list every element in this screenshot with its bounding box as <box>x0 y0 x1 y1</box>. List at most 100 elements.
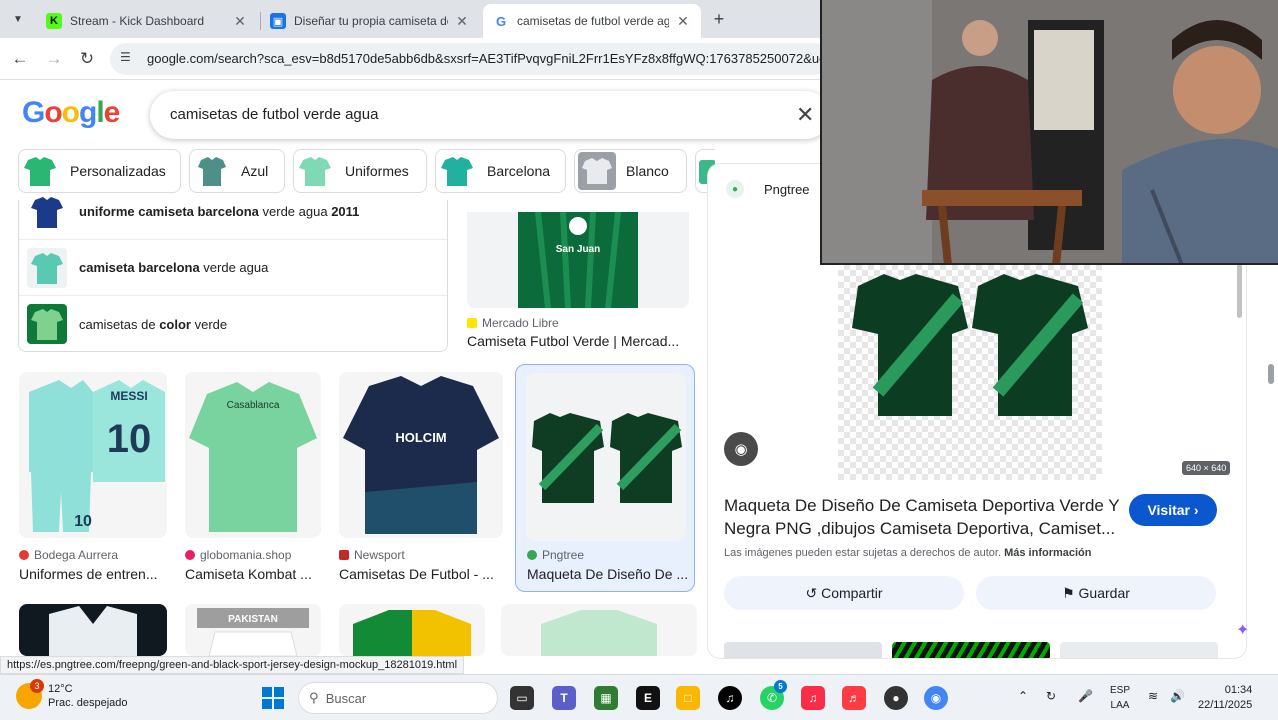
chrome-icon[interactable]: ◉ <box>924 686 948 710</box>
preview-image[interactable] <box>838 264 1102 480</box>
image-result-selected[interactable]: Pngtree Maqueta De Diseño De ... <box>515 364 695 592</box>
obs-icon[interactable]: ● <box>884 686 908 710</box>
share-icon: ↺ <box>805 584 818 601</box>
image-result[interactable] <box>339 604 485 656</box>
weather-condition: Prac. despejado <box>48 697 128 709</box>
language-indicator[interactable]: ESP LAA <box>1110 683 1130 713</box>
result-source: globomania.shop <box>185 548 291 562</box>
share-button[interactable]: ↺ Compartir <box>724 576 964 610</box>
teams-icon[interactable]: T <box>552 686 576 710</box>
image-result[interactable] <box>19 604 167 656</box>
music-icon[interactable]: ♬ <box>842 686 866 710</box>
assistant-icon[interactable]: ✦ <box>1236 620 1256 640</box>
result-image: HOLCIM <box>339 372 503 538</box>
app-icon[interactable]: ▦ <box>594 686 618 710</box>
clear-search-icon[interactable]: ✕ <box>796 102 814 128</box>
image-result[interactable]: PAKISTAN <box>185 604 323 656</box>
result-title: Maqueta De Diseño De ... <box>527 566 687 582</box>
tray-overflow-icon[interactable]: ⌃ <box>1018 689 1028 703</box>
result-image: San Juan <box>467 212 689 308</box>
new-tab-button[interactable]: + <box>708 8 730 30</box>
tab-kick[interactable]: K Stream - Kick Dashboard ✕ <box>36 4 258 38</box>
tab-title: camisetas de futbol verde agua <box>517 14 669 28</box>
whatsapp-icon[interactable]: ✆ 5 <box>760 680 787 710</box>
back-icon[interactable]: ← <box>9 48 31 70</box>
result-image <box>339 604 485 656</box>
more-info-link[interactable]: Más información <box>1004 547 1091 559</box>
aurrera-icon <box>19 550 29 560</box>
url-text: google.com/search?sca_esv=b8d5170de5abb6… <box>147 51 827 66</box>
tab-design[interactable]: ▣ Diseñar tu propia camiseta de f ✕ <box>260 4 480 38</box>
close-tab-icon[interactable]: ✕ <box>454 13 470 30</box>
pngtree-icon <box>527 550 537 560</box>
save-button[interactable]: ⚑ Guardar <box>976 576 1216 610</box>
reload-icon[interactable]: ↻ <box>76 48 98 70</box>
chip-blanco[interactable]: Blanco <box>574 149 687 193</box>
result-title: Camiseta Futbol Verde | Mercad... <box>467 333 680 349</box>
address-bar[interactable]: ☰ google.com/search?sca_esv=b8d5170de5ab… <box>110 43 830 75</box>
image-result[interactable]: MESSI 10 10 Bodega Aurrera Uniformes de en… <box>19 372 169 584</box>
image-result[interactable] <box>501 604 697 656</box>
microphone-icon[interactable]: 🎤 <box>1078 689 1093 703</box>
weather-widget[interactable]: 3 12°C Prac. despejado <box>16 679 128 710</box>
taskbar-search[interactable]: ⚲ Buscar <box>298 682 498 714</box>
windows-start-icon[interactable] <box>262 687 284 709</box>
chip-label: Blanco <box>626 163 669 179</box>
sync-icon[interactable]: ↻ <box>1046 689 1056 703</box>
link-status-bar: https://es.pngtree.com/freepng/green-and… <box>0 656 465 674</box>
chip-label: Azul <box>241 163 269 179</box>
file-explorer-icon[interactable]: □ <box>676 686 700 710</box>
result-image: PAKISTAN <box>185 604 321 656</box>
tab-search-dropdown[interactable]: ▼ <box>8 10 28 30</box>
chip-thumbnail <box>578 152 616 190</box>
bookmark-icon: ⚑ <box>1062 584 1075 601</box>
related-search-item[interactable]: uniforme camiseta barcelona verde agua 2… <box>19 184 447 240</box>
image-result[interactable]: Casablanca globomania.shop Camiseta Komb… <box>185 372 323 584</box>
close-tab-icon[interactable]: ✕ <box>232 13 248 30</box>
shorts-number: 10 <box>74 513 92 530</box>
result-source: Newsport <box>339 548 405 562</box>
forward-icon[interactable]: → <box>43 48 65 70</box>
preview-source[interactable]: ● Pngtree <box>726 180 810 198</box>
volume-icon[interactable]: 🔊 <box>1170 689 1185 703</box>
result-title: Uniformes de entren... <box>19 566 158 582</box>
site-info-icon[interactable]: ☰ <box>120 50 136 66</box>
panel-scrollbar[interactable] <box>1237 264 1242 318</box>
suggestion-thumbnail <box>27 247 67 288</box>
result-image <box>526 373 686 541</box>
chip-barcelona[interactable]: Barcelona <box>435 149 566 193</box>
wifi-icon[interactable]: ≋ <box>1148 689 1158 703</box>
epic-games-icon[interactable]: E <box>636 686 660 710</box>
result-title: Camiseta Kombat ... <box>185 566 312 582</box>
suggestion-text: uniforme camiseta barcelona verde agua 2… <box>79 204 360 219</box>
globomania-icon <box>185 550 195 560</box>
tab-google-search[interactable]: G camisetas de futbol verde agua ✕ <box>483 4 701 38</box>
related-image-thumb[interactable] <box>1060 642 1218 658</box>
itunes-icon[interactable]: ♫ <box>801 686 825 710</box>
related-image-thumb[interactable] <box>892 642 1050 658</box>
system-clock[interactable]: 01:34 22/11/2025 <box>1198 683 1252 713</box>
jersey-number: 10 <box>107 417 152 461</box>
image-result[interactable]: HOLCIM Newsport Camisetas De Futbol - ..… <box>339 372 505 584</box>
close-tab-icon[interactable]: ✕ <box>675 13 691 30</box>
sponsor-text: San Juan <box>556 244 600 255</box>
image-dimensions: 640 × 640 <box>1182 461 1231 475</box>
tiktok-icon[interactable]: ♫ <box>718 686 742 710</box>
page-scrollbar[interactable] <box>1268 364 1274 384</box>
preview-title[interactable]: Maqueta De Diseño De Camiseta Deportiva … <box>724 494 1124 540</box>
design-icon: ▣ <box>270 13 286 29</box>
visit-button[interactable]: Visitar › <box>1129 494 1217 526</box>
temperature: 12°C <box>48 683 73 695</box>
google-icon: G <box>495 13 507 29</box>
chip-label: Uniformes <box>345 163 409 179</box>
search-box[interactable]: camisetas de futbol verde agua ✕ <box>150 91 830 139</box>
related-search-item[interactable]: camisetas de color verde <box>19 296 447 352</box>
search-icon: ⚲ <box>309 690 319 705</box>
task-view-icon[interactable]: ▭ <box>510 686 534 710</box>
suggestion-text: camiseta barcelona verde agua <box>79 260 269 275</box>
image-result[interactable]: San Juan Mercado Libre Camiseta Futbol V… <box>467 212 689 352</box>
google-logo[interactable]: Google <box>22 96 120 130</box>
related-search-item[interactable]: camiseta barcelona verde agua <box>19 240 447 296</box>
related-image-thumb[interactable] <box>724 642 882 658</box>
lens-icon[interactable]: ◉ <box>724 432 758 466</box>
